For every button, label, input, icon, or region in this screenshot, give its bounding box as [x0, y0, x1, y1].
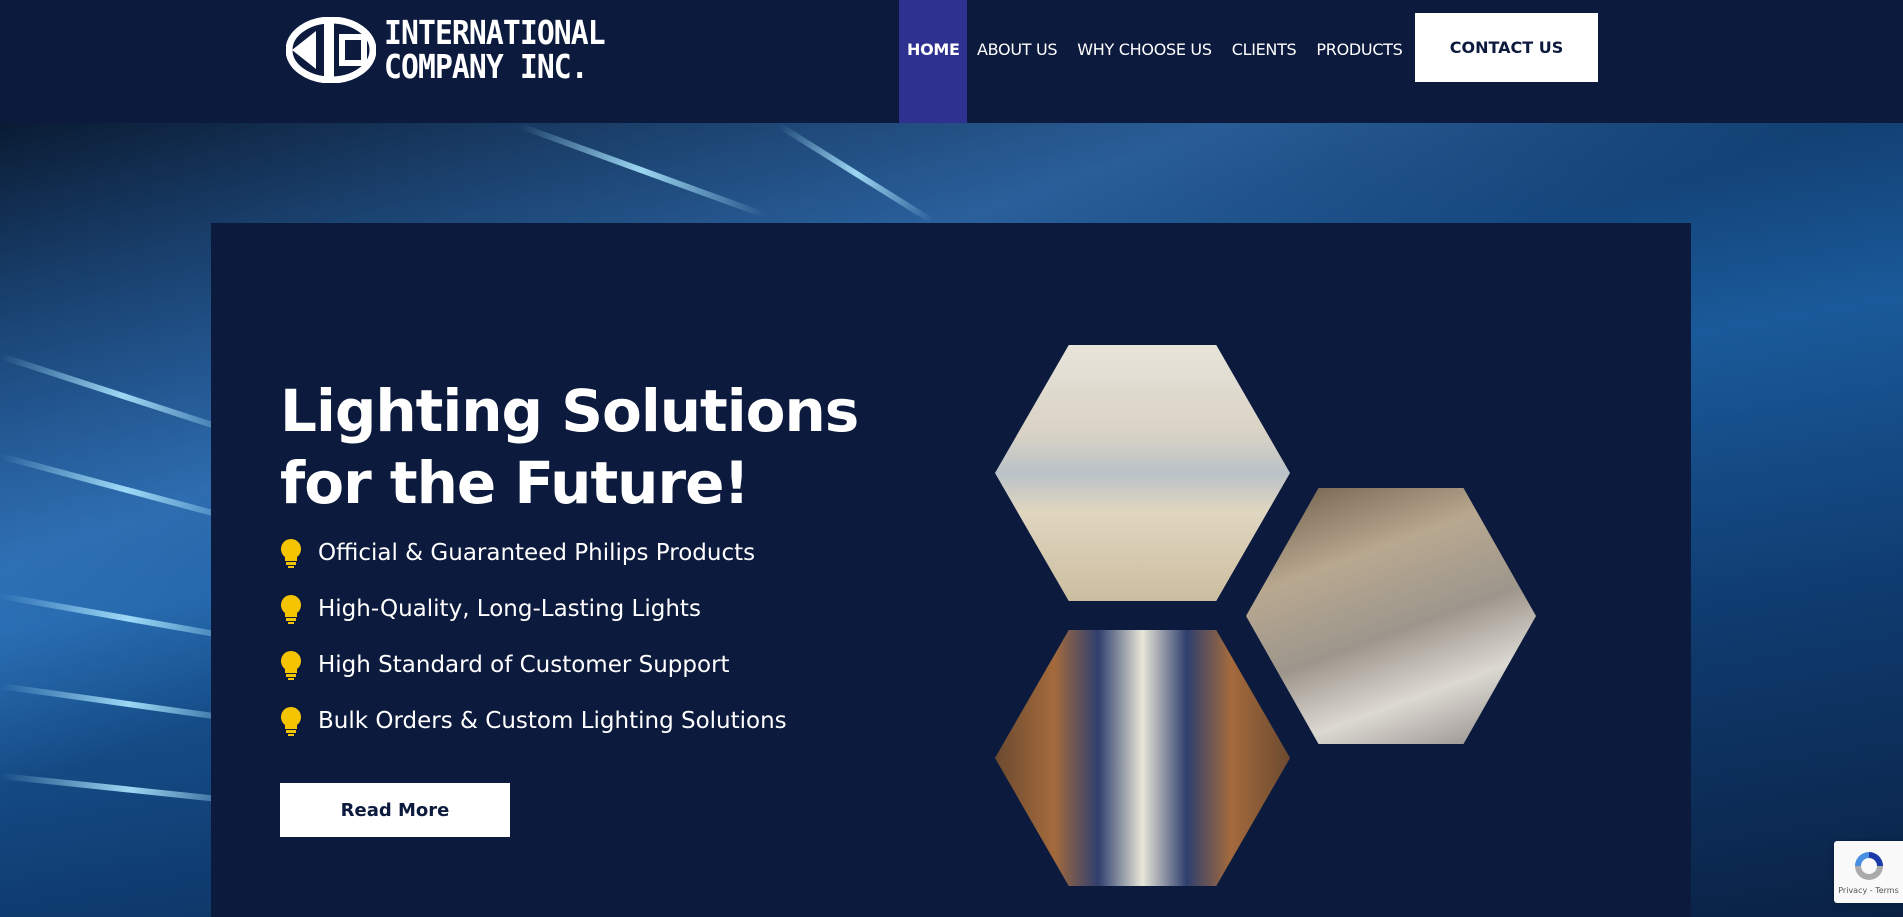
- logo-line-1: INTERNATIONAL: [384, 13, 606, 52]
- lightbulb-icon: [281, 651, 301, 680]
- site-header: INTERNATIONAL COMPANY INC. HOME ABOUT US…: [0, 0, 1903, 123]
- feature-item: High-Quality, Long-Lasting Lights: [280, 594, 701, 624]
- title-line-1: Lighting Solutions: [280, 377, 859, 445]
- feature-item: Bulk Orders & Custom Lighting Solutions: [280, 706, 787, 736]
- lightbulb-icon: [281, 595, 301, 624]
- recaptcha-badge[interactable]: Privacy - Terms: [1834, 841, 1903, 903]
- read-more-button[interactable]: Read More: [280, 783, 510, 837]
- feature-text: Bulk Orders & Custom Lighting Solutions: [318, 708, 787, 734]
- feature-item: Official & Guaranteed Philips Products: [280, 538, 755, 568]
- recaptcha-links[interactable]: Privacy - Terms: [1838, 886, 1899, 895]
- recaptcha-icon: [1854, 852, 1883, 880]
- nav-why-choose-us[interactable]: WHY CHOOSE US: [1067, 0, 1221, 123]
- feature-text: High-Quality, Long-Lasting Lights: [318, 596, 701, 622]
- main-nav: HOME ABOUT US WHY CHOOSE US CLIENTS PROD…: [899, 0, 1413, 123]
- contact-us-button[interactable]: CONTACT US: [1415, 13, 1598, 82]
- hero-title: Lighting Solutions for the Future!: [280, 375, 859, 519]
- feature-text: Official & Guaranteed Philips Products: [318, 540, 756, 566]
- title-line-2: for the Future!: [280, 449, 750, 517]
- nav-about-us[interactable]: ABOUT US: [967, 0, 1067, 123]
- lightbulb-icon: [281, 539, 301, 568]
- nav-clients[interactable]: CLIENTS: [1222, 0, 1307, 123]
- nav-home[interactable]: HOME: [899, 0, 967, 123]
- logo[interactable]: INTERNATIONAL COMPANY INC.: [286, 16, 629, 84]
- lightbulb-icon: [281, 707, 301, 736]
- nav-products[interactable]: PRODUCTS: [1306, 0, 1412, 123]
- globe-logo-icon: [286, 17, 376, 83]
- logo-line-2: COMPANY INC.: [384, 47, 589, 86]
- feature-item: High Standard of Customer Support: [280, 650, 730, 680]
- feature-text: High Standard of Customer Support: [318, 652, 730, 678]
